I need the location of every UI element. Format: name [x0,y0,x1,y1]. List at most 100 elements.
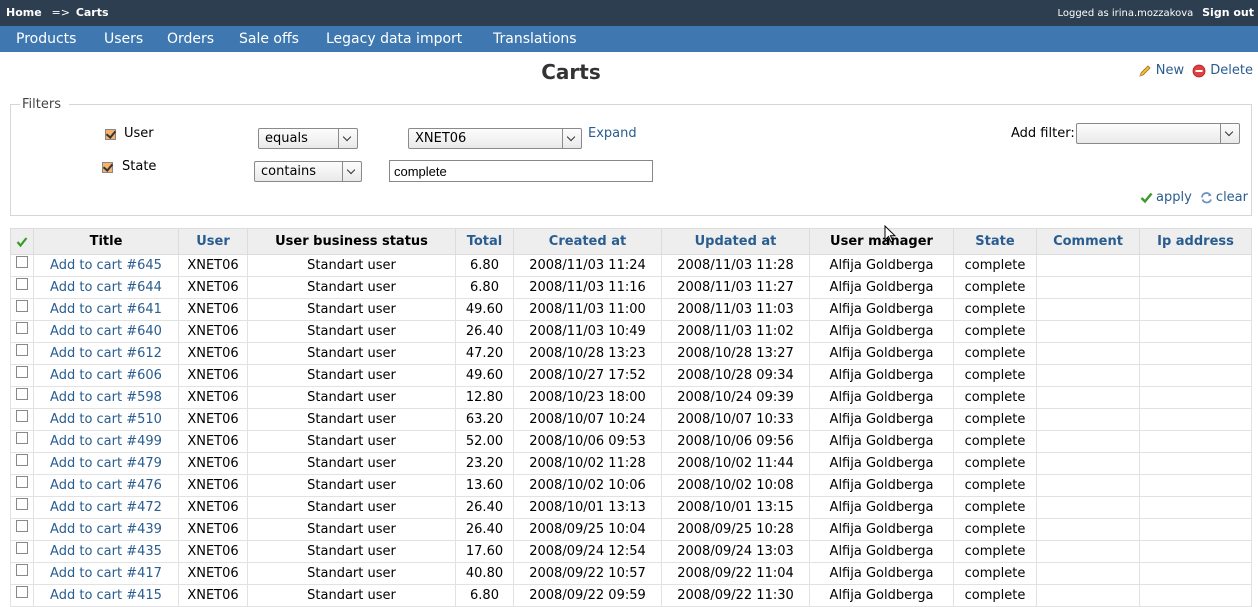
add-filter-select[interactable] [1076,123,1240,144]
cell-business-status: Standart user [247,540,456,563]
nav-products[interactable]: Products [16,31,76,47]
cell-business-status: Standart user [247,386,456,409]
main-nav: Products Users Orders Sale offs Legacy d… [0,26,1258,52]
cell-ip-address [1139,298,1252,321]
select-all-header[interactable] [10,228,34,255]
cell-title[interactable]: Add to cart #415 [33,584,179,607]
row-checkbox[interactable] [16,431,28,444]
cell-title[interactable]: Add to cart #641 [33,298,179,321]
cell-updated-at: 2008/10/02 11:44 [661,452,810,475]
cell-title[interactable]: Add to cart #417 [33,562,179,585]
table-row: Add to cart #644 XNET06 Standart user 6.80 2… [10,276,1252,299]
cell-user-manager: Alfija Goldberga [809,298,954,321]
column-ip-address[interactable]: Ip address [1139,228,1252,255]
delete-button[interactable]: Delete [1192,63,1253,78]
cell-title[interactable]: Add to cart #510 [33,408,179,431]
cell-title[interactable]: Add to cart #499 [33,430,179,453]
breadcrumb-home-link[interactable]: Home [6,6,42,19]
row-select-cell [10,364,34,387]
column-user-manager: User manager [809,228,954,255]
cell-comment [1036,364,1140,387]
cell-created-at: 2008/10/02 11:28 [513,452,662,475]
row-checkbox[interactable] [16,277,28,290]
nav-translations[interactable]: Translations [493,31,577,47]
cell-comment [1036,562,1140,585]
cell-business-status: Standart user [247,584,456,607]
cell-created-at: 2008/10/01 13:13 [513,496,662,519]
row-checkbox[interactable] [16,299,28,312]
cell-updated-at: 2008/10/02 10:08 [661,474,810,497]
cell-title[interactable]: Add to cart #612 [33,342,179,365]
cell-title[interactable]: Add to cart #598 [33,386,179,409]
cell-title[interactable]: Add to cart #644 [33,276,179,299]
user-filter-checkbox[interactable] [105,129,116,140]
cell-user: XNET06 [178,452,248,475]
cell-title[interactable]: Add to cart #640 [33,320,179,343]
cell-user: XNET06 [178,562,248,585]
cell-user: XNET06 [178,254,248,277]
column-created-at[interactable]: Created at [513,228,662,255]
row-checkbox[interactable] [16,519,28,532]
user-operator-select[interactable]: equals [258,128,358,149]
row-checkbox[interactable] [16,255,28,268]
column-user[interactable]: User [178,228,248,255]
apply-button[interactable]: apply [1140,190,1192,205]
cell-state: complete [953,364,1037,387]
state-value-input[interactable] [389,160,653,182]
user-value-select[interactable]: XNET06 [408,128,582,149]
cell-user-manager: Alfija Goldberga [809,364,954,387]
refresh-icon [1201,192,1212,204]
cell-user: XNET06 [178,364,248,387]
sign-out-link[interactable]: Sign out [1202,6,1254,19]
row-checkbox[interactable] [16,453,28,466]
top-bar: Home => Carts Logged as irina.mozzakova … [0,0,1258,26]
column-comment[interactable]: Comment [1036,228,1140,255]
cell-title[interactable]: Add to cart #476 [33,474,179,497]
cell-state: complete [953,276,1037,299]
breadcrumb-separator: => [51,6,70,19]
row-checkbox[interactable] [16,387,28,400]
table-row: Add to cart #641 XNET06 Standart user 49.60… [10,298,1252,321]
new-button[interactable]: New [1138,63,1184,78]
cell-updated-at: 2008/09/22 11:30 [661,584,810,607]
row-select-cell [10,474,34,497]
checkmark-icon [1140,192,1153,204]
mouse-cursor-icon [884,225,896,243]
page-title: Carts [541,60,601,84]
row-checkbox[interactable] [16,343,28,356]
cell-ip-address [1139,254,1252,277]
row-select-cell [10,386,34,409]
table-row: Add to cart #510 XNET06 Standart user 63.20… [10,408,1252,431]
nav-legacy-data-import[interactable]: Legacy data import [326,31,462,47]
nav-users[interactable]: Users [104,31,143,47]
nav-sale-offs[interactable]: Sale offs [239,31,299,47]
new-button-label: New [1155,63,1185,78]
nav-orders[interactable]: Orders [167,31,214,47]
cell-title[interactable]: Add to cart #645 [33,254,179,277]
expand-link[interactable]: Expand [588,126,637,141]
account-area: Logged as irina.mozzakova Sign out [1057,6,1254,19]
cell-total: 26.40 [455,496,514,519]
row-select-cell [10,562,34,585]
row-checkbox[interactable] [16,585,28,598]
column-total[interactable]: Total [455,228,514,255]
row-checkbox[interactable] [16,365,28,378]
state-filter-checkbox[interactable] [102,162,113,173]
row-select-cell [10,452,34,475]
row-checkbox[interactable] [16,563,28,576]
cell-title[interactable]: Add to cart #479 [33,452,179,475]
state-operator-select[interactable]: contains [254,161,362,182]
row-checkbox[interactable] [16,321,28,334]
column-updated-at[interactable]: Updated at [661,228,810,255]
row-checkbox[interactable] [16,409,28,422]
cell-title[interactable]: Add to cart #435 [33,540,179,563]
cell-title[interactable]: Add to cart #606 [33,364,179,387]
cell-comment [1036,386,1140,409]
row-checkbox[interactable] [16,497,28,510]
cell-title[interactable]: Add to cart #439 [33,518,179,541]
row-checkbox[interactable] [16,475,28,488]
clear-button[interactable]: clear [1200,190,1248,205]
cell-title[interactable]: Add to cart #472 [33,496,179,519]
column-state[interactable]: State [953,228,1037,255]
row-checkbox[interactable] [16,541,28,554]
